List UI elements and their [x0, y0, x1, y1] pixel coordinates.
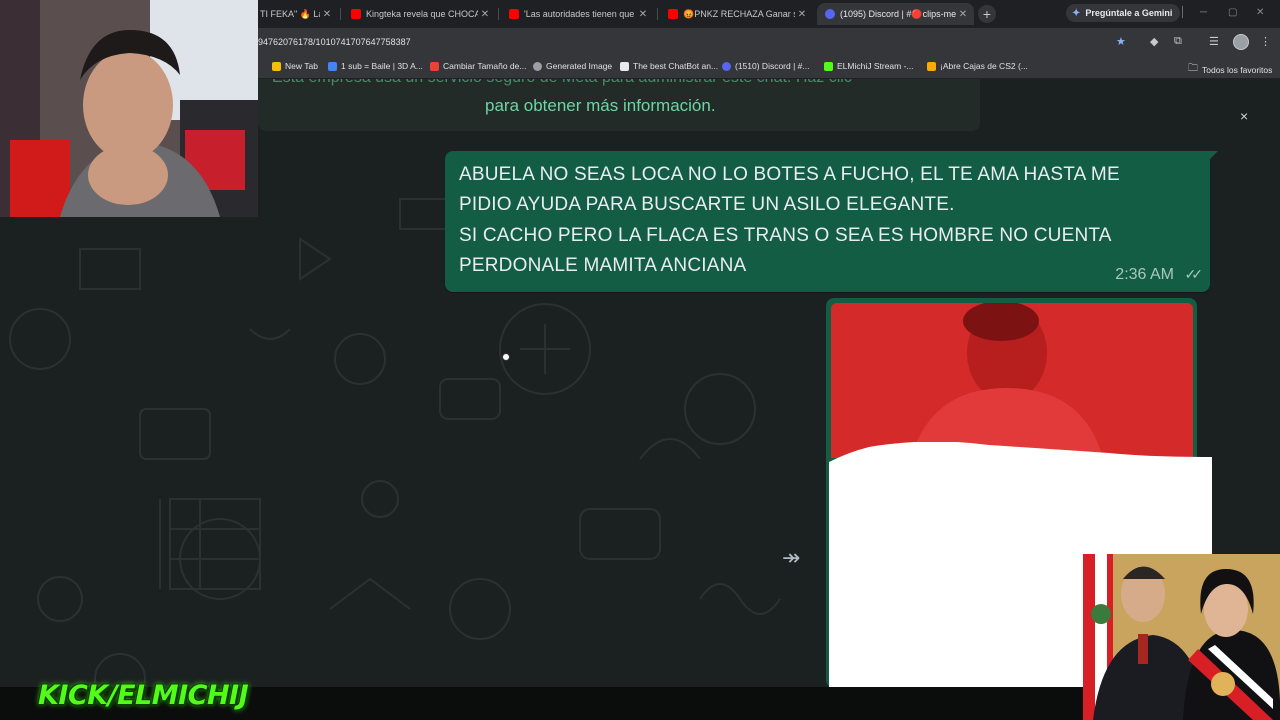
tab-separator	[498, 8, 499, 20]
bookmark-favicon-icon	[824, 61, 833, 71]
all-bookmarks-folder[interactable]: 🗀 Todos los favoritos	[1188, 61, 1272, 78]
bookmark-favicon-icon	[328, 61, 337, 71]
separator-icon: │	[1180, 7, 1187, 18]
more-info-link[interactable]: para obtener más información.	[485, 96, 716, 116]
message-timestamp: 2:36 AM	[1115, 266, 1174, 283]
bookmark-item[interactable]: ¡Abre Cajas de CS2 (...	[927, 61, 1028, 71]
extension-diamond-icon[interactable]: ◆	[1150, 35, 1158, 48]
youtube-icon	[668, 9, 678, 19]
tab-title: Kingteka revela que CHOCARO	[366, 9, 478, 19]
tab-separator	[657, 8, 658, 20]
media-queue-icon[interactable]: ☰	[1209, 35, 1219, 48]
tab-close-icon[interactable]: ✕	[636, 9, 650, 20]
media-photo[interactable]	[831, 303, 1193, 458]
tab-close-icon[interactable]: ✕	[320, 9, 334, 20]
gemini-button[interactable]: ✦ Pregúntale a Gemini	[1066, 4, 1181, 22]
gemini-sparkle-icon: ✦	[1072, 7, 1081, 19]
bookmark-favicon-icon	[533, 61, 542, 71]
bookmark-item[interactable]: Generated Image	[533, 61, 612, 71]
tab-close-icon[interactable]: ✕	[795, 9, 809, 20]
browser-tab-4[interactable]: 😡PNKZ RECHAZA Ganar s/50 ✕	[660, 3, 813, 25]
notice-text: Esta empresa usa un servicio seguro de M…	[272, 79, 852, 87]
tab-separator	[340, 8, 341, 20]
url-field[interactable]: 94762076178/1010741707647758387	[258, 37, 411, 47]
tab-title: (1095) Discord | #🔴clips-mem	[840, 8, 956, 19]
browser-tab-3[interactable]: 'Las autoridades tienen que est ✕	[501, 3, 654, 25]
mouse-cursor	[502, 353, 510, 361]
extensions-puzzle-icon[interactable]: ⧉	[1174, 35, 1182, 48]
maximize-icon[interactable]: ▢	[1228, 7, 1237, 18]
browser-tab-2[interactable]: Kingteka revela que CHOCARO ✕	[343, 3, 496, 25]
more-menu-icon[interactable]: ⋮	[1260, 35, 1271, 48]
youtube-icon	[351, 9, 361, 19]
bookmark-label: ¡Abre Cajas de CS2 (...	[940, 61, 1028, 71]
streamer-webcam-image	[0, 0, 258, 217]
new-tab-button[interactable]: +	[978, 5, 996, 23]
ceremony-photo	[1083, 554, 1280, 720]
kick-channel-tag: KICK/ELMICHIJ	[38, 680, 249, 711]
bookmark-item[interactable]: The best ChatBot an...	[620, 61, 718, 71]
bookmark-label: (1510) Discord | #...	[735, 61, 810, 71]
close-window-icon[interactable]: ✕	[1256, 7, 1264, 18]
close-icon[interactable]: ×	[1240, 108, 1248, 124]
bookmark-label: New Tab	[285, 61, 318, 71]
tab-close-icon[interactable]: ✕	[956, 9, 970, 20]
tab-title: 😡PNKZ RECHAZA Ganar s/50	[683, 8, 795, 19]
tab-title: 'Las autoridades tienen que est	[524, 9, 636, 19]
browser-tab-discord[interactable]: (1095) Discord | #🔴clips-mem ✕	[817, 3, 974, 25]
webcam-overlay	[0, 0, 258, 217]
bookmark-item[interactable]: New Tab	[272, 61, 318, 71]
tab-title: TI FEKA" 🔥 La ú	[260, 8, 320, 19]
forward-icon[interactable]: ↠	[782, 545, 800, 571]
bookmark-item[interactable]: 1 sub = Baile | 3D A...	[328, 61, 423, 71]
gemini-label: Pregúntale a Gemini	[1085, 8, 1173, 18]
all-bookmarks-label: Todos los favoritos	[1202, 64, 1273, 75]
discord-icon	[825, 9, 835, 19]
browser-tab-1[interactable]: TI FEKA" 🔥 La ú ✕	[258, 3, 338, 25]
message-line: PIDIO AYUDA PARA BUSCARTE UN ASILO ELEGA…	[459, 194, 955, 215]
bookmark-item[interactable]: (1510) Discord | #...	[722, 61, 810, 71]
bookmark-label: ELMichiJ Stream -...	[837, 61, 914, 71]
youtube-icon	[509, 9, 519, 19]
profile-avatar[interactable]	[1233, 34, 1249, 50]
red-photo-figure	[831, 303, 1193, 458]
message-line: ABUELA NO SEAS LOCA NO LO BOTES A FUCHO,…	[459, 164, 1120, 185]
tab-close-icon[interactable]: ✕	[478, 9, 492, 20]
bookmark-label: 1 sub = Baile | 3D A...	[341, 61, 423, 71]
bookmark-item[interactable]: Cambiar Tamaño de...	[430, 61, 526, 71]
minimize-icon[interactable]: ─	[1200, 7, 1207, 18]
bookmark-label: Cambiar Tamaño de...	[443, 61, 527, 71]
folder-icon: 🗀	[1188, 63, 1198, 74]
bookmark-favicon-icon	[722, 61, 731, 71]
read-receipt-icon: ✓✓	[1184, 266, 1204, 282]
bookmark-favicon-icon	[620, 61, 629, 71]
bookmark-item[interactable]: ELMichiJ Stream -...	[824, 61, 914, 71]
bookmark-star-icon[interactable]: ★	[1116, 35, 1126, 48]
message-line: SI CACHO PERO LA FLACA ES TRANS O SEA ES…	[459, 225, 1112, 246]
bookmark-favicon-icon	[272, 61, 281, 71]
message-line: PERDONALE MAMITA ANCIANA	[459, 255, 747, 276]
bookmark-favicon-icon	[927, 61, 936, 71]
bookmark-label: Generated Image	[546, 61, 613, 71]
news-photo-overlay	[1083, 554, 1280, 720]
bookmark-favicon-icon	[430, 61, 439, 71]
bookmark-label: The best ChatBot an...	[633, 61, 719, 71]
outgoing-message-bubble[interactable]: ABUELA NO SEAS LOCA NO LO BOTES A FUCHO,…	[445, 151, 1218, 292]
